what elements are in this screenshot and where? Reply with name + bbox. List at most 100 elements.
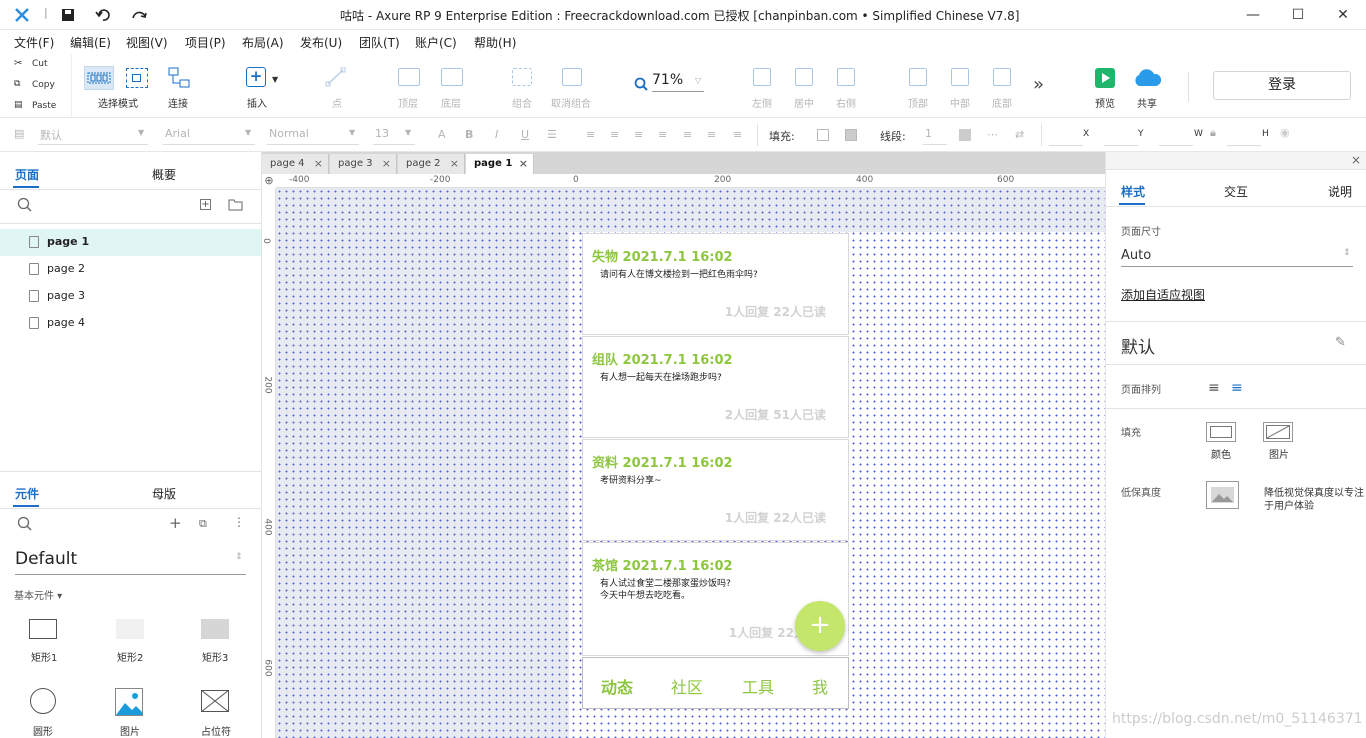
font-select[interactable]: Arial ▼	[163, 127, 255, 145]
connect-icon[interactable]	[167, 66, 191, 90]
preview-icon[interactable]	[1095, 68, 1115, 88]
weight-select[interactable]: Normal ▼	[267, 127, 359, 145]
lock-icon[interactable]: 🔒︎	[1210, 126, 1216, 140]
tab-masters[interactable]: 母版	[152, 485, 176, 502]
menu-file[interactable]: 文件(F)	[14, 34, 54, 51]
close-tab-icon[interactable]: ×	[382, 157, 391, 170]
nav-item-tools[interactable]: 工具	[742, 674, 774, 698]
add-folder-icon[interactable]	[228, 198, 243, 211]
post-card[interactable]: 资料 2021.7.1 16:02 考研资料分享~ 1人回复 22人已读	[582, 439, 849, 541]
redo-icon[interactable]	[130, 7, 148, 23]
widget-rect1[interactable]	[29, 619, 57, 639]
widget-image-icon[interactable]	[115, 688, 143, 716]
post-card[interactable]: 失物 2021.7.1 16:02 请问有人在博文楼捡到一把红色雨伞吗? 1人回…	[582, 233, 849, 335]
w-input[interactable]	[1159, 128, 1193, 146]
fill-image-icon[interactable]	[1263, 422, 1293, 442]
menu-team[interactable]: 团队(T)	[359, 34, 400, 51]
widget-rect3[interactable]	[201, 619, 229, 639]
page-item-4[interactable]: page 4	[0, 310, 261, 337]
canvas-area: page 4 × page 3 × page 2 × page 1 × ⊕ -400 -…	[261, 152, 1105, 738]
close-tab-icon[interactable]: ×	[314, 157, 323, 170]
copy-button[interactable]: Copy	[32, 80, 55, 90]
arrow-style-icon[interactable]: ⇄	[1015, 128, 1024, 141]
nav-item-feed[interactable]: 动态	[601, 674, 633, 698]
close-tab-icon[interactable]: ×	[519, 157, 528, 170]
post-card[interactable]: 组队 2021.7.1 16:02 有人想一起每天在操场跑步吗? 2人回复 51…	[582, 336, 849, 438]
design-canvas[interactable]: 失物 2021.7.1 16:02 请问有人在博文楼捡到一把红色雨伞吗? 1人回…	[276, 188, 1105, 738]
menu-project[interactable]: 项目(P)	[185, 34, 226, 51]
zoom-select[interactable]: 71% ▽	[652, 72, 704, 92]
widget-placeholder-icon[interactable]	[201, 690, 229, 712]
widget-search-icon[interactable]	[17, 516, 33, 532]
menu-view[interactable]: 视图(V)	[126, 34, 168, 51]
style-select[interactable]: 默认 ▼	[38, 127, 148, 145]
menu-publish[interactable]: 发布(U)	[300, 34, 342, 51]
tab-notes[interactable]: 说明	[1328, 183, 1352, 200]
tab-style[interactable]: 样式	[1121, 183, 1145, 200]
tab-pages[interactable]: 页面	[15, 166, 39, 183]
paste-button[interactable]: Paste	[32, 101, 56, 111]
maximize-button[interactable]: ☐	[1288, 5, 1308, 25]
nav-item-me[interactable]: 我	[812, 674, 828, 698]
close-tab-icon[interactable]: ×	[450, 157, 459, 170]
align-top-icon	[909, 68, 927, 86]
menu-account[interactable]: 账户(C)	[415, 34, 457, 51]
select-mode-button[interactable]	[84, 66, 114, 90]
x-input[interactable]	[1049, 128, 1083, 146]
h-input[interactable]	[1227, 128, 1261, 146]
page-item-1[interactable]: page 1	[0, 229, 261, 256]
stroke-color-swatch[interactable]	[959, 129, 971, 141]
library-select[interactable]: Default ⇕	[15, 549, 246, 575]
panel-close-icon[interactable]: ×	[1351, 153, 1361, 167]
minimize-button[interactable]: —	[1243, 5, 1263, 25]
doc-tab-page2[interactable]: page 2 ×	[398, 154, 465, 174]
ruler-origin-icon[interactable]: ⊕	[262, 174, 276, 188]
contain-mode-icon[interactable]	[126, 68, 148, 88]
widget-rect2[interactable]	[116, 619, 144, 639]
y-input[interactable]	[1104, 128, 1138, 146]
doc-tab-page4[interactable]: page 4 ×	[262, 154, 329, 174]
page-item-2[interactable]: page 2	[0, 256, 261, 283]
visibility-icon[interactable]: ◉	[1280, 126, 1290, 139]
close-button[interactable]: ✕	[1333, 5, 1353, 25]
menu-edit[interactable]: 编辑(E)	[70, 34, 111, 51]
widget-circle[interactable]	[30, 688, 56, 714]
library-menu-icon[interactable]: ⋮	[233, 515, 245, 529]
save-icon[interactable]	[61, 8, 75, 22]
fill-shadow-swatch[interactable]	[845, 129, 857, 141]
more-tools-button[interactable]: »	[1033, 74, 1044, 95]
share-cloud-icon[interactable]	[1131, 66, 1163, 90]
tab-widgets[interactable]: 元件	[15, 485, 39, 502]
tab-outline[interactable]: 概要	[152, 166, 176, 183]
add-library-icon[interactable]: +	[169, 514, 182, 532]
menu-help[interactable]: 帮助(H)	[474, 34, 516, 51]
edit-style-icon[interactable]: ✎	[1335, 335, 1346, 350]
widget-category-toggle[interactable]: 基本元件 ▾	[14, 587, 62, 602]
nav-item-community[interactable]: 社区	[671, 674, 703, 698]
undo-icon[interactable]	[95, 7, 111, 23]
arrange-left-icon[interactable]: ≡	[1208, 380, 1220, 396]
add-adaptive-view-link[interactable]: 添加自适应视图	[1121, 286, 1205, 303]
doc-tab-page1[interactable]: page 1 ×	[466, 154, 534, 174]
stroke-pattern-icon[interactable]: ⋯	[987, 128, 998, 141]
page-size-select[interactable]: Auto ⇕	[1121, 245, 1353, 267]
cut-button[interactable]: Cut	[32, 59, 48, 69]
size-select[interactable]: 13 ▼	[373, 127, 415, 145]
low-fidelity-toggle-icon[interactable]	[1206, 481, 1239, 509]
fill-color-button[interactable]	[1206, 422, 1236, 442]
new-post-fab[interactable]: +	[795, 601, 845, 651]
arrange-center-icon[interactable]: ≡	[1231, 380, 1243, 396]
menu-arrange[interactable]: 布局(A)	[242, 34, 284, 51]
panel-splitter[interactable]	[0, 471, 261, 472]
stroke-width-input[interactable]: 1	[923, 127, 947, 145]
search-icon[interactable]	[17, 197, 33, 213]
fill-color-swatch[interactable]	[817, 129, 829, 141]
doc-tab-page3[interactable]: page 3 ×	[330, 154, 397, 174]
login-button[interactable]: 登录	[1213, 71, 1351, 100]
tab-interaction[interactable]: 交互	[1224, 183, 1248, 200]
page-item-3[interactable]: page 3	[0, 283, 261, 310]
add-page-icon[interactable]: +	[200, 199, 211, 210]
insert-icon[interactable]: +	[246, 67, 266, 87]
library-copy-icon[interactable]: ⧉	[199, 517, 207, 531]
insert-dropdown-icon[interactable]: ▼	[272, 75, 278, 84]
